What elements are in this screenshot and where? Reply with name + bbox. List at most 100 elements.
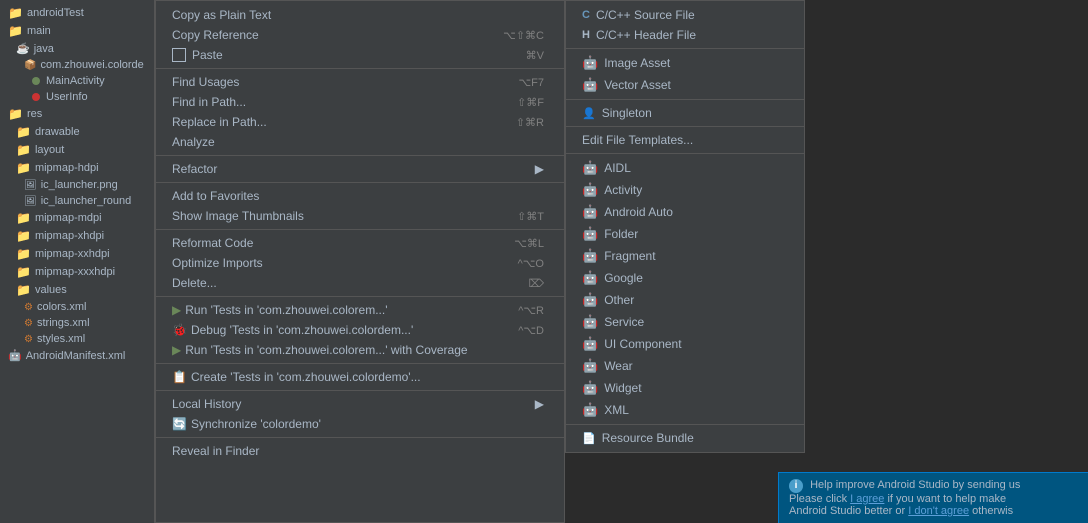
sidebar-item-layout[interactable]: 📁 layout (0, 141, 154, 159)
menu-find-usages[interactable]: Find Usages ⌥F7 (156, 72, 564, 92)
folder-icon: 📁 (16, 143, 31, 157)
submenu-arrow-icon: ▶ (535, 162, 544, 176)
menu-run-tests[interactable]: ▶ Run 'Tests in 'com.zhouwei.colorem...'… (156, 300, 564, 320)
sidebar-item-ic-launcher-round[interactable]: 🖼 ic_launcher_round (0, 193, 154, 209)
menu-paste[interactable]: Paste ⌘V (156, 45, 564, 65)
menu-delete[interactable]: Delete... ⌦ (156, 273, 564, 293)
android-robot-icon: 🤖 (582, 336, 598, 352)
menu-refactor[interactable]: Refactor ▶ (156, 159, 564, 179)
menu-copy-as-plain-text[interactable]: Copy as Plain Text (156, 5, 564, 25)
submenu-aidl[interactable]: 🤖 AIDL (566, 157, 804, 179)
folder-icon: 📁 (16, 283, 31, 297)
sidebar-item-mipmap-hdpi[interactable]: 📁 mipmap-hdpi (0, 159, 154, 177)
separator (156, 437, 564, 438)
sidebar-item-mipmap-xhdpi[interactable]: 📁 mipmap-xhdpi (0, 227, 154, 245)
menu-analyze[interactable]: Analyze (156, 132, 564, 152)
sidebar-item-mipmap-xxxhdpi[interactable]: 📁 mipmap-xxxhdpi (0, 263, 154, 281)
submenu-google[interactable]: 🤖 Google (566, 267, 804, 289)
menu-reveal-in-finder[interactable]: Reveal in Finder (156, 441, 564, 461)
java-icon: ☕ (16, 42, 30, 55)
menu-replace-in-path[interactable]: Replace in Path... ⇧⌘R (156, 112, 564, 132)
submenu-cpp-source[interactable]: C C/C++ Source File (566, 5, 804, 25)
sidebar-item-styles-xml[interactable]: ⚙ styles.xml (0, 331, 154, 347)
submenu-fragment[interactable]: 🤖 Fragment (566, 245, 804, 267)
submenu-singleton[interactable]: 👤 Singleton (566, 103, 804, 123)
folder-icon: 📁 (8, 6, 23, 20)
class-red-icon (32, 93, 40, 101)
submenu-other[interactable]: 🤖 Other (566, 289, 804, 311)
agree-link[interactable]: I agree (850, 493, 884, 505)
menu-debug-tests[interactable]: 🐞 Debug 'Tests in 'com.zhouwei.colordem.… (156, 320, 564, 340)
resource-bundle-icon: 📄 (582, 432, 596, 445)
android-robot-icon: 🤖 (582, 402, 598, 418)
sidebar-item-mainactivity[interactable]: MainActivity (0, 73, 154, 89)
context-menu-left: Copy as Plain Text Copy Reference ⌥⇧⌘C P… (155, 0, 565, 523)
submenu-android-auto[interactable]: 🤖 Android Auto (566, 201, 804, 223)
sidebar-item-drawable[interactable]: 📁 drawable (0, 123, 154, 141)
separator (156, 296, 564, 297)
file-icon: 🖼 (24, 180, 37, 191)
folder-icon: 📁 (16, 247, 31, 261)
android-robot-icon: 🤖 (582, 226, 598, 242)
submenu-xml[interactable]: 🤖 XML (566, 399, 804, 421)
menu-find-in-path[interactable]: Find in Path... ⇧⌘F (156, 92, 564, 112)
sidebar-item-ic-launcher[interactable]: 🖼 ic_launcher.png (0, 177, 154, 193)
run-icon: ▶ (172, 303, 181, 317)
sidebar-item-main[interactable]: 📁 main (0, 22, 154, 40)
separator (566, 424, 804, 425)
menu-optimize-imports[interactable]: Optimize Imports ^⌥O (156, 253, 564, 273)
menu-copy-reference[interactable]: Copy Reference ⌥⇧⌘C (156, 25, 564, 45)
folder-icon: 📁 (16, 229, 31, 243)
sidebar-item-androidtest[interactable]: 📁 androidTest (0, 4, 154, 22)
notification-line1: i Help improve Android Studio by sending… (789, 479, 1078, 493)
sidebar-item-androidmanifest[interactable]: 🤖 AndroidManifest.xml (0, 347, 154, 364)
folder-icon: 📁 (8, 107, 23, 121)
package-icon: 📦 (24, 60, 36, 71)
submenu-ui-component[interactable]: 🤖 UI Component (566, 333, 804, 355)
sidebar-item-package[interactable]: 📦 com.zhouwei.colorde (0, 57, 154, 73)
android-robot-icon: 🤖 (582, 270, 598, 286)
debug-icon: 🐞 (172, 323, 187, 337)
notification-line2: Please click I agree if you want to help… (789, 493, 1078, 505)
sync-icon: 🔄 (172, 417, 187, 431)
android-robot-icon: 🤖 (582, 160, 598, 176)
sidebar-item-strings-xml[interactable]: ⚙ strings.xml (0, 315, 154, 331)
sidebar-item-res[interactable]: 📁 res (0, 105, 154, 123)
separator (156, 182, 564, 183)
separator (156, 390, 564, 391)
editor-area (805, 0, 1088, 480)
submenu-cpp-header[interactable]: H C/C++ Header File (566, 25, 804, 45)
sidebar-item-colors-xml[interactable]: ⚙ colors.xml (0, 299, 154, 315)
submenu-edit-file-templates[interactable]: Edit File Templates... (566, 130, 804, 150)
android-icon: 🤖 (8, 349, 22, 362)
sidebar-item-mipmap-mdpi[interactable]: 📁 mipmap-mdpi (0, 209, 154, 227)
separator (566, 99, 804, 100)
context-menu-right: C C/C++ Source File H C/C++ Header File … (565, 0, 805, 453)
menu-show-image-thumbnails[interactable]: Show Image Thumbnails ⇧⌘T (156, 206, 564, 226)
info-icon: i (789, 479, 803, 493)
menu-reformat-code[interactable]: Reformat Code ⌥⌘L (156, 233, 564, 253)
sidebar-item-values[interactable]: 📁 values (0, 281, 154, 299)
submenu-wear[interactable]: 🤖 Wear (566, 355, 804, 377)
menu-create-tests[interactable]: 📋 Create 'Tests in 'com.zhouwei.colordem… (156, 367, 564, 387)
menu-synchronize[interactable]: 🔄 Synchronize 'colordemo' (156, 414, 564, 434)
disagree-link[interactable]: I don't agree (908, 505, 969, 517)
submenu-image-asset[interactable]: 🤖 Image Asset (566, 52, 804, 74)
submenu-vector-asset[interactable]: 🤖 Vector Asset (566, 74, 804, 96)
submenu-widget[interactable]: 🤖 Widget (566, 377, 804, 399)
android-robot-icon: 🤖 (582, 248, 598, 264)
submenu-resource-bundle[interactable]: 📄 Resource Bundle (566, 428, 804, 448)
sidebar-item-mipmap-xxhdpi[interactable]: 📁 mipmap-xxhdpi (0, 245, 154, 263)
sidebar-item-userinfo[interactable]: UserInfo (0, 89, 154, 105)
android-robot-icon: 🤖 (582, 182, 598, 198)
submenu-service[interactable]: 🤖 Service (566, 311, 804, 333)
menu-run-tests-coverage[interactable]: ▶ Run 'Tests in 'com.zhouwei.colorem...'… (156, 340, 564, 360)
sidebar-item-java[interactable]: ☕ java (0, 40, 154, 57)
submenu-folder[interactable]: 🤖 Folder (566, 223, 804, 245)
folder-icon: 📁 (16, 265, 31, 279)
run-coverage-icon: ▶ (172, 343, 181, 357)
menu-add-to-favorites[interactable]: Add to Favorites (156, 186, 564, 206)
android-robot-icon: 🤖 (582, 292, 598, 308)
submenu-activity[interactable]: 🤖 Activity (566, 179, 804, 201)
menu-local-history[interactable]: Local History ▶ (156, 394, 564, 414)
